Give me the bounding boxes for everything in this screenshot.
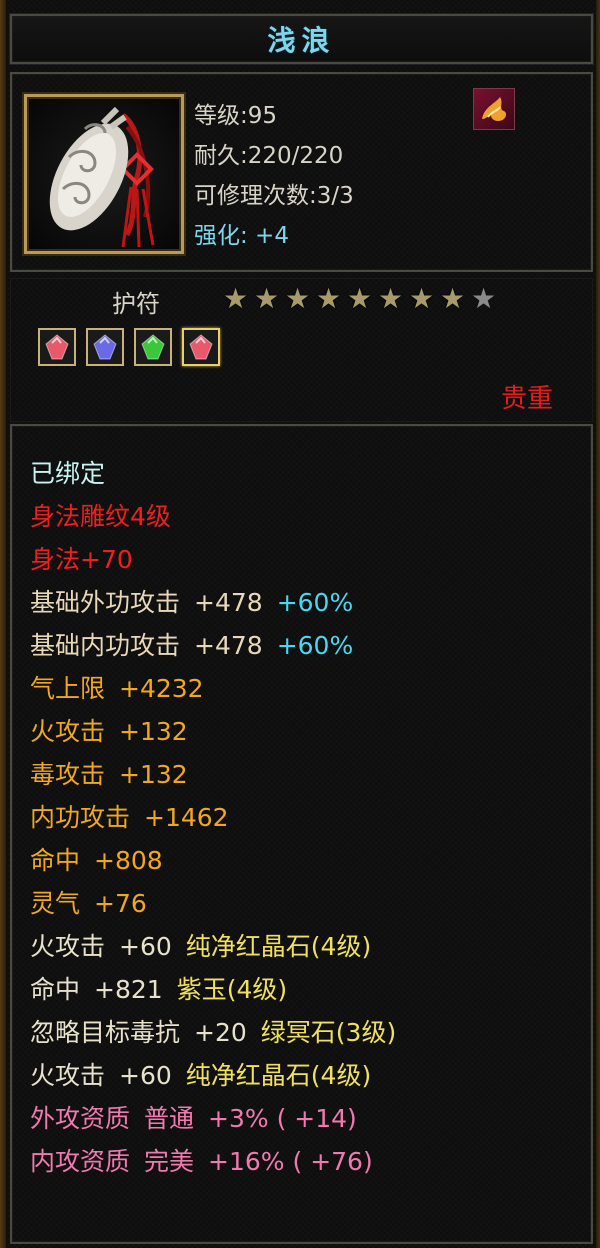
attribute-row: 火攻击 +60 纯净红晶石(4级) <box>30 1054 396 1097</box>
attribute-row: 内攻资质 完美 +16% ( +76) <box>30 1140 396 1183</box>
attribute-extra: 绿冥石(3级) <box>260 1018 397 1047</box>
star-icon: ★ <box>408 282 435 315</box>
attribute-name: 忽略目标毒抗 <box>30 1018 181 1047</box>
gem-socket[interactable] <box>182 328 220 366</box>
attribute-value: +76 <box>94 889 147 918</box>
star-icon: ★ <box>253 282 280 315</box>
star-icon: ★ <box>222 282 249 315</box>
attribute-value: +808 <box>94 846 163 875</box>
item-tooltip: 浅浪 等级:95 耐久:220/220 可修理次数:3/3 强化: +4 护符 … <box>0 0 600 1248</box>
item-title-bar: 浅浪 <box>10 14 593 64</box>
item-name: 浅浪 <box>267 24 336 57</box>
tooltip-left-edge <box>0 0 6 1248</box>
attribute-name: 命中 <box>30 975 81 1004</box>
attribute-value: +60 <box>119 1061 172 1090</box>
attribute-row: 基础外功攻击 +478 +60% <box>30 581 396 624</box>
gem-socket[interactable] <box>134 328 172 366</box>
star-icon: ★ <box>315 282 342 315</box>
attribute-value: +132 <box>119 760 188 789</box>
attribute-value: +60 <box>119 932 172 961</box>
attribute-value: +20 <box>194 1018 247 1047</box>
gem-socket[interactable] <box>38 328 76 366</box>
item-header-panel: 等级:95 耐久:220/220 可修理次数:3/3 强化: +4 <box>10 72 593 272</box>
attribute-row: 身法雕纹4级 <box>30 495 396 538</box>
purple-jade-icon <box>93 334 117 360</box>
star-icon: ★ <box>346 282 373 315</box>
attribute-value: +1462 <box>144 803 229 832</box>
item-type-label: 护符 <box>112 290 160 318</box>
attribute-name: 基础外功攻击 <box>30 588 181 617</box>
attribute-row: 外攻资质 普通 +3% ( +14) <box>30 1097 396 1140</box>
attribute-extra: 纯净红晶石(4级) <box>185 932 372 961</box>
red-crystal-icon <box>45 334 69 360</box>
attribute-row: 已绑定 <box>30 452 396 495</box>
attribute-value: 完美 <box>144 1147 195 1176</box>
star-icon: ★ <box>470 282 497 315</box>
attribute-name: 火攻击 <box>30 932 106 961</box>
item-enhance-level: 强化: +4 <box>194 223 289 249</box>
attribute-row: 灵气 +76 <box>30 882 396 925</box>
attribute-name: 火攻击 <box>30 1061 106 1090</box>
gem-sockets <box>38 328 220 366</box>
attribute-row: 毒攻击 +132 <box>30 753 396 796</box>
attribute-row: 忽略目标毒抗 +20 绿冥石(3级) <box>30 1011 396 1054</box>
attribute-row: 火攻击 +132 <box>30 710 396 753</box>
attribute-extra: +60% <box>276 588 354 617</box>
attribute-name: 已绑定 <box>30 459 106 488</box>
attribute-value: 普通 <box>144 1104 195 1133</box>
attribute-extra: 紫玉(4级) <box>176 975 288 1004</box>
item-rarity: 贵重 <box>500 384 553 414</box>
attribute-row: 命中 +808 <box>30 839 396 882</box>
attribute-row: 身法+70 <box>30 538 396 581</box>
item-repair-count: 可修理次数:3/3 <box>194 183 354 209</box>
attribute-value: +821 <box>94 975 163 1004</box>
attribute-row: 基础内功攻击 +478 +60% <box>30 624 396 667</box>
attribute-name: 基础内功攻击 <box>30 631 181 660</box>
item-level: 等级:95 <box>194 103 278 129</box>
attribute-name: 毒攻击 <box>30 760 106 789</box>
item-type-panel: 护符 ★ ★ ★ ★ ★ ★ ★ ★ ★ 贵重 <box>10 278 593 422</box>
attribute-extra: +3% ( +14) <box>208 1104 357 1133</box>
attribute-name: 身法雕纹4级 <box>30 502 171 531</box>
star-rating: ★ ★ ★ ★ ★ ★ ★ ★ ★ <box>220 284 499 314</box>
jade-amulet-icon[interactable] <box>24 94 184 254</box>
attribute-name: 命中 <box>30 846 81 875</box>
attribute-name: 内攻资质 <box>30 1147 131 1176</box>
attribute-extra: 纯净红晶石(4级) <box>185 1061 372 1090</box>
red-crystal-icon <box>189 334 213 360</box>
attribute-value: +132 <box>119 717 188 746</box>
attribute-extra: +16% ( +76) <box>208 1147 373 1176</box>
attribute-extra: +60% <box>276 631 354 660</box>
attribute-value: +478 <box>194 588 263 617</box>
attribute-value: +4232 <box>119 674 204 703</box>
item-attributes-panel: 已绑定身法雕纹4级 身法+70 基础外功攻击 +478 +60% 基础内功攻击 +478 +6… <box>10 424 593 1244</box>
attribute-row: 气上限 +4232 <box>30 667 396 710</box>
attribute-value: +478 <box>194 631 263 660</box>
tooltip-right-edge <box>596 0 600 1248</box>
gem-socket[interactable] <box>86 328 124 366</box>
attribute-name: 灵气 <box>30 889 81 918</box>
attribute-name: 外攻资质 <box>30 1104 131 1133</box>
attribute-name: 身法+70 <box>30 545 133 574</box>
attribute-row: 火攻击 +60 纯净红晶石(4级) <box>30 925 396 968</box>
attribute-row: 内功攻击 +1462 <box>30 796 396 839</box>
star-icon: ★ <box>377 282 404 315</box>
green-stone-icon <box>141 334 165 360</box>
attribute-row: 命中 +821 紫玉(4级) <box>30 968 396 1011</box>
phoenix-emblem-icon <box>473 88 515 130</box>
star-icon: ★ <box>284 282 311 315</box>
item-durability: 耐久:220/220 <box>194 143 344 169</box>
attribute-name: 火攻击 <box>30 717 106 746</box>
attribute-name: 内功攻击 <box>30 803 131 832</box>
attribute-list: 已绑定身法雕纹4级 身法+70 基础外功攻击 +478 +60% 基础内功攻击 +478 +6… <box>30 452 396 1183</box>
star-icon: ★ <box>439 282 466 315</box>
attribute-name: 气上限 <box>30 674 106 703</box>
